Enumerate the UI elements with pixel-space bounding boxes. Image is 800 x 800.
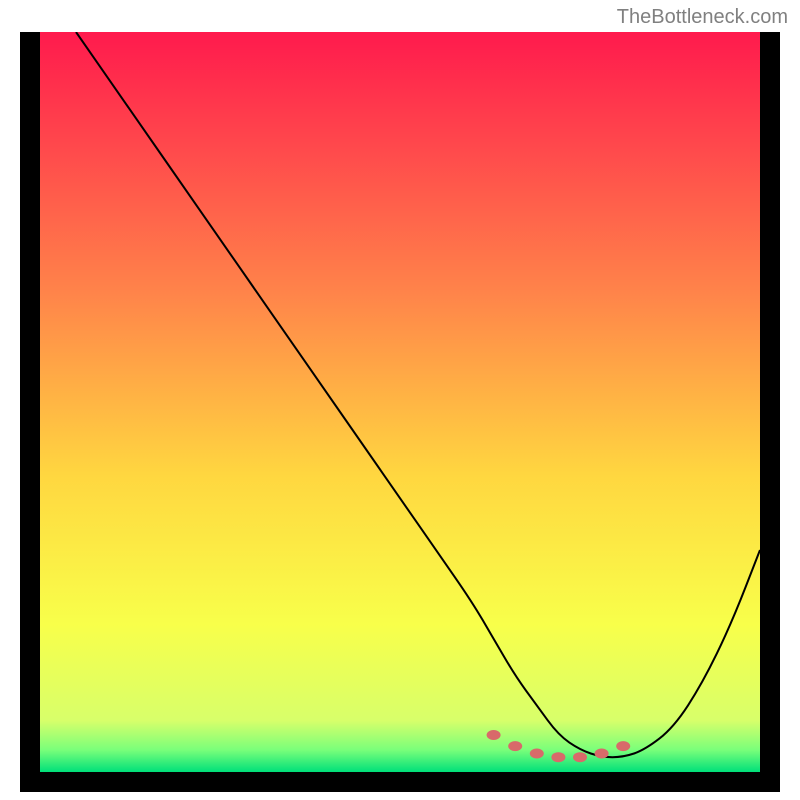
plot-area	[40, 32, 760, 772]
marker-dot	[616, 741, 630, 751]
marker-dot	[573, 752, 587, 762]
marker-dot	[487, 730, 501, 740]
bottleneck-curve	[76, 32, 760, 757]
chart-frame	[20, 32, 780, 792]
curve-layer	[40, 32, 760, 772]
marker-dot	[551, 752, 565, 762]
marker-dot	[508, 741, 522, 751]
marker-dot	[530, 749, 544, 759]
marker-dot	[595, 749, 609, 759]
attribution-text: TheBottleneck.com	[617, 6, 788, 29]
